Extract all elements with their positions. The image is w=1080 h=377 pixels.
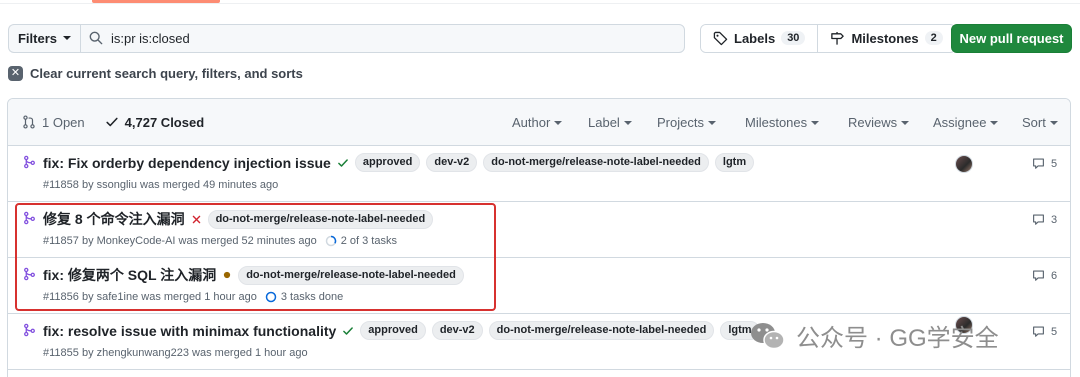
chevron-down-icon: [811, 120, 820, 125]
label-do-not-merge[interactable]: do-not-merge/release-note-label-needed: [483, 153, 709, 172]
pr-title-line: fix: resolve issue with minimax function…: [43, 321, 760, 340]
comment-icon: [1033, 214, 1044, 225]
assignee-filter[interactable]: Assignee: [933, 115, 999, 130]
merged-icon: [24, 323, 35, 337]
filter-bar: Filters Labels 30 Milestones 2 New pull …: [8, 23, 1072, 53]
check-status-icon[interactable]: [337, 157, 349, 169]
comments-count: 5: [1051, 157, 1058, 170]
chevron-down-icon: [623, 120, 632, 125]
clear-filters-label: Clear current search query, filters, and…: [30, 66, 303, 81]
chevron-down-icon: [1049, 120, 1058, 125]
milestone-icon: [831, 31, 845, 45]
label-approved[interactable]: approved: [354, 153, 421, 172]
milestones-filter-label: Milestones: [745, 115, 808, 130]
pr-meta: #11855 by zhengkunwang223 was merged 1 h…: [43, 347, 308, 359]
chevron-down-icon: [901, 120, 910, 125]
pr-title-link[interactable]: fix: resolve issue with minimax function…: [43, 323, 336, 339]
milestones-filter[interactable]: Milestones: [745, 115, 820, 130]
labels-milestones-group: Labels 30 Milestones 2: [700, 23, 956, 53]
sort-filter-label: Sort: [1022, 115, 1046, 130]
filters-dropdown-button[interactable]: Filters: [8, 23, 80, 53]
chevron-down-icon: [63, 36, 71, 40]
pr-title-link[interactable]: fix: Fix orderby dependency injection is…: [43, 155, 331, 171]
open-filter[interactable]: 1 Open: [22, 115, 85, 130]
close-icon: ✕: [8, 66, 23, 81]
wechat-icon: [751, 322, 785, 349]
watermark-text: 公众号 · GG学安全: [796, 325, 999, 352]
reviews-filter[interactable]: Reviews: [848, 115, 910, 130]
labels-label: Labels: [734, 30, 776, 46]
comments-link[interactable]: 5: [1032, 325, 1057, 338]
pr-meta-text: #11855 by zhengkunwang223 was merged 1 h…: [43, 347, 308, 359]
comments-link[interactable]: 5: [1032, 157, 1057, 170]
comments-link[interactable]: 6: [1032, 269, 1057, 282]
comments-count: 5: [1051, 325, 1058, 338]
comments-count: 6: [1051, 269, 1058, 282]
labels-count: 30: [781, 31, 806, 45]
new-pull-request-button[interactable]: New pull request: [951, 23, 1072, 53]
comments-link[interactable]: 3: [1032, 213, 1057, 226]
label-dev-v2[interactable]: dev-v2: [431, 321, 483, 340]
label-filter-label: Label: [588, 115, 620, 130]
author-filter[interactable]: Author: [512, 115, 563, 130]
top-divider: [0, 3, 1080, 4]
chevron-down-icon: [554, 120, 563, 125]
comment-icon: [1033, 270, 1044, 281]
author-filter-label: Author: [512, 115, 551, 130]
tag-icon: [713, 31, 728, 45]
pr-meta: #11858 by ssongliu was merged 49 minutes…: [43, 179, 278, 191]
avatar[interactable]: [955, 155, 973, 173]
label-lgtm[interactable]: lgtm: [714, 153, 755, 172]
chevron-down-icon: [707, 120, 716, 125]
closed-count: 4,727 Closed: [124, 114, 205, 130]
comments-count: 3: [1051, 213, 1058, 226]
clear-filters-link[interactable]: ✕ Clear current search query, filters, a…: [8, 66, 303, 81]
search-input[interactable]: [111, 30, 651, 46]
comment-icon: [1033, 326, 1044, 337]
milestones-count: 2: [924, 31, 943, 45]
sort-filter[interactable]: Sort: [1022, 115, 1058, 130]
assignee-filter-label: Assignee: [933, 115, 987, 130]
pr-title-line: fix: Fix orderby dependency injection is…: [43, 153, 755, 172]
reviews-filter-label: Reviews: [848, 115, 898, 130]
filters-label: Filters: [17, 30, 57, 46]
label-approved[interactable]: approved: [360, 321, 426, 340]
projects-filter[interactable]: Projects: [657, 115, 716, 130]
projects-filter-label: Projects: [657, 115, 704, 130]
watermark: 公众号 · GG学安全: [750, 318, 999, 353]
merged-icon: [24, 155, 35, 169]
label-filter[interactable]: Label: [588, 115, 632, 130]
annotation-highlight-box: [15, 203, 496, 311]
comment-icon: [1033, 158, 1044, 169]
milestones-button[interactable]: Milestones 2: [817, 24, 955, 52]
label-do-not-merge[interactable]: do-not-merge/release-note-label-needed: [488, 321, 715, 340]
check-status-icon[interactable]: [342, 325, 354, 337]
pr-list-header: 1 Open 4,727 Closed Author Label Project…: [8, 99, 1070, 146]
labels-button[interactable]: Labels 30: [701, 24, 818, 52]
search-icon: [89, 31, 103, 45]
label-dev-v2[interactable]: dev-v2: [426, 153, 478, 172]
milestones-label: Milestones: [851, 30, 919, 46]
check-icon: [106, 117, 118, 127]
pr-meta-text: #11858 by ssongliu was merged 49 minutes…: [43, 179, 279, 191]
closed-filter[interactable]: 4,727 Closed: [105, 114, 205, 130]
open-count: 1 Open: [42, 114, 85, 130]
search-field[interactable]: [80, 23, 685, 53]
chevron-down-icon: [990, 120, 999, 125]
pull-request-icon: [23, 115, 35, 129]
pr-row: fix: Fix orderby dependency injection is…: [8, 146, 1070, 202]
